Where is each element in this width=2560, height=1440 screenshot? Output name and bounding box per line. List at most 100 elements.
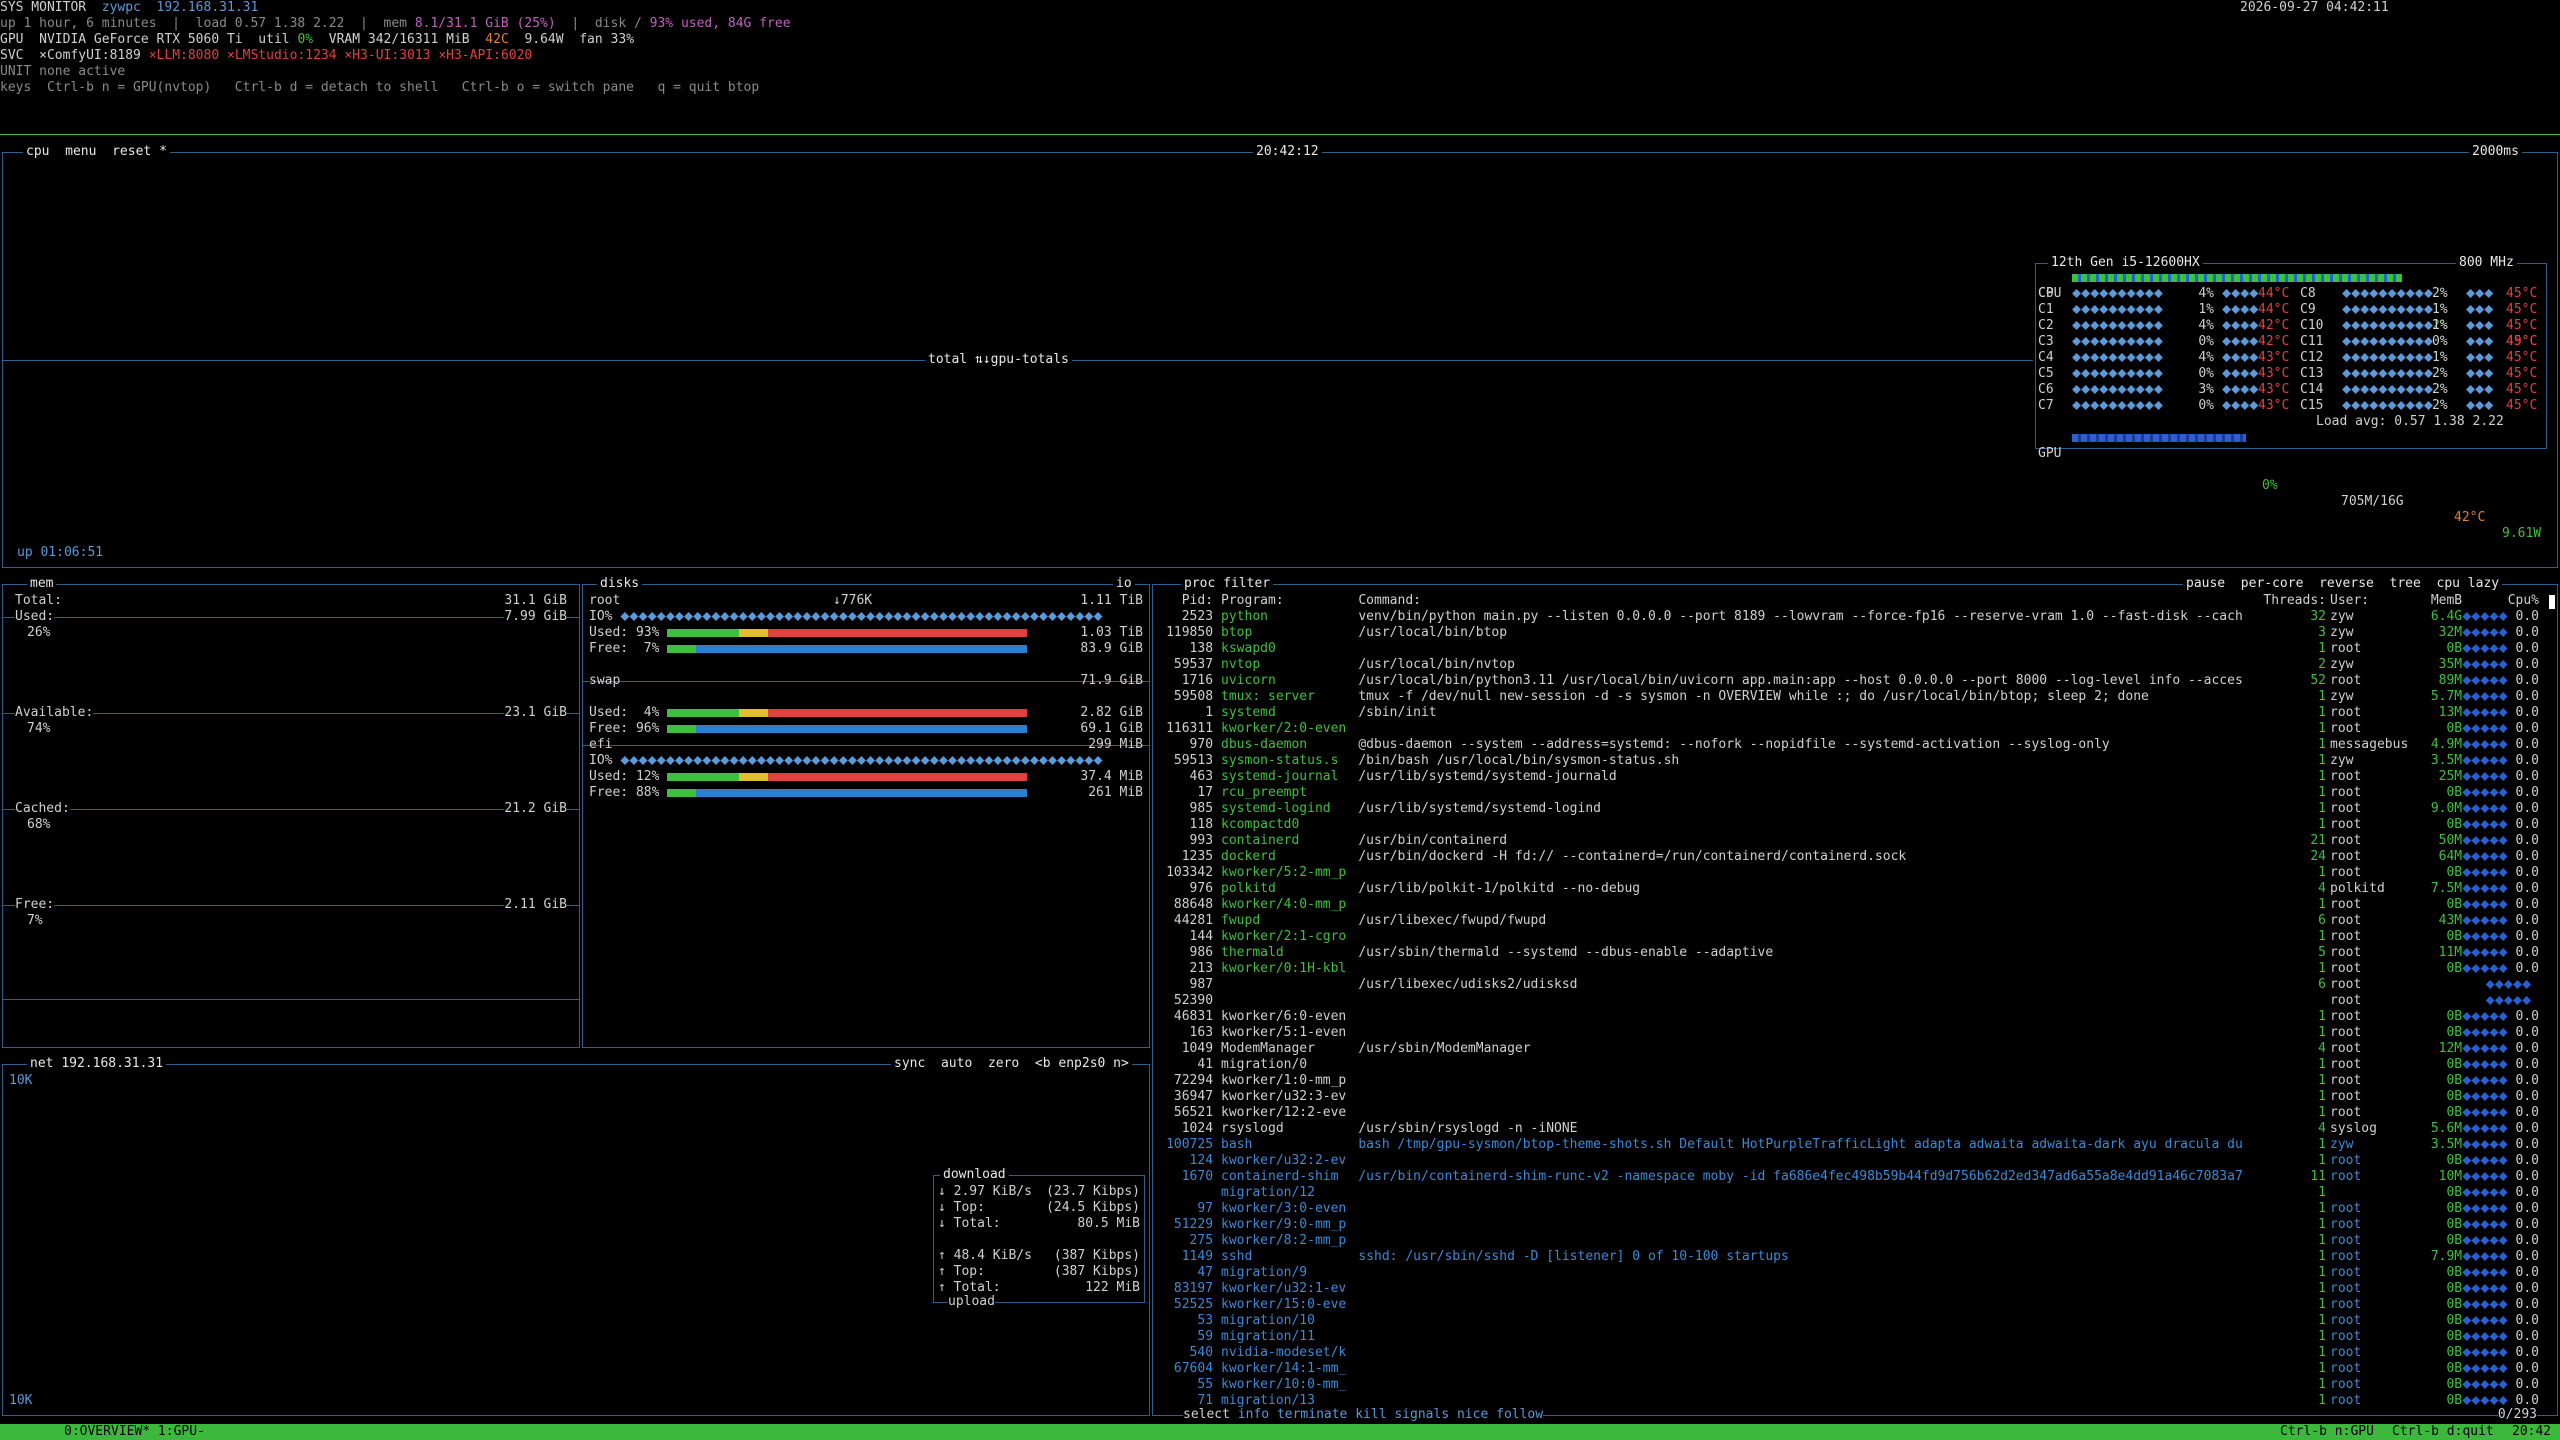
net-sync[interactable]: sync xyxy=(894,1056,925,1071)
gpu-name: NVIDIA GeForce RTX 5060 Ti xyxy=(39,32,243,47)
table-row[interactable]: 124 kworker/u32:2-ev 1 root 0B ⬥⬥⬥⬥⬥ 0.0 xyxy=(1157,1153,2553,1169)
table-row[interactable]: 1024 rsyslogd/usr/sbin/rsyslogd -n -iNONE… xyxy=(1157,1121,2553,1137)
cpu-core-row: C5 ⬥⬥⬥⬥⬥⬥⬥⬥⬥⬥ 0% ⬥⬥⬥⬥ 43°C C13 ⬥⬥⬥⬥⬥⬥⬥⬥⬥⬥ 2% ⬥⬥⬥… xyxy=(2038,366,2538,381)
select-label[interactable]: select xyxy=(1183,1407,1230,1422)
cpu-graph-label: total ⇅↓gpu-totals xyxy=(925,352,1072,368)
download-top: (24.5 Kibps) xyxy=(1046,1200,1140,1215)
disk-free-bar xyxy=(667,645,1027,653)
reset-button[interactable]: reset * xyxy=(112,144,167,159)
table-row[interactable]: 540 nvidia-modeset/k 1 root 0B ⬥⬥⬥⬥⬥ 0.0 xyxy=(1157,1345,2553,1361)
proc-filter[interactable]: filter xyxy=(1223,576,1270,591)
net-zero[interactable]: zero xyxy=(988,1056,1019,1071)
table-row[interactable]: 1149 sshd sshd: /usr/sbin/sshd -D [listene… xyxy=(1157,1249,2553,1265)
gpu-temp: 42C xyxy=(485,32,509,47)
table-row[interactable]: 138 kswapd0 1 root 0B ⬥⬥⬥⬥⬥ 0.0 xyxy=(1157,641,2553,657)
mem-used: 7.99 GiB xyxy=(504,609,567,625)
table-row[interactable]: 993 containerd/usr/bin/containerd 21 root 50… xyxy=(1157,833,2553,849)
table-row[interactable]: 1 systemd/sbin/init 1 root 13M ⬥⬥⬥⬥⬥ 0.0 xyxy=(1157,705,2553,721)
proc-title[interactable]: proc xyxy=(1184,576,1215,591)
table-row[interactable]: 17 rcu_preempt 1 root 0B ⬥⬥⬥⬥⬥ 0.0 xyxy=(1157,785,2553,801)
table-row[interactable]: 52525 kworker/15:0-eve 1 root 0B ⬥⬥⬥⬥⬥ 0.0 xyxy=(1157,1297,2553,1313)
download-label: download xyxy=(940,1167,1009,1183)
table-row[interactable]: 985 systemd-logind/usr/lib/systemd/system… xyxy=(1157,801,2553,817)
io-toggle[interactable]: io xyxy=(1113,576,1135,592)
table-row[interactable]: 72294 kworker/1:0-mm_p 1 root 0B ⬥⬥⬥⬥⬥ 0.0 xyxy=(1157,1073,2553,1089)
mem-total: 31.1 GiB xyxy=(504,593,567,608)
gpu-fan: fan 33% xyxy=(579,32,635,47)
table-row[interactable]: 2523 python venv/bin/python main.py --list… xyxy=(1157,609,2553,625)
mem-title[interactable]: mem xyxy=(27,576,57,592)
proc-panel: proc filter pause per-core reverse tree … xyxy=(1152,576,2558,1423)
table-row[interactable]: 59513 sysmon-status.s/bin/bash /usr/local… xyxy=(1157,753,2553,769)
table-row[interactable]: 986 thermald/usr/sbin/thermald --systemd … xyxy=(1157,945,2553,961)
table-row[interactable]: 144 kworker/2:1-cgro 1 root 0B ⬥⬥⬥⬥⬥ 0.0 xyxy=(1157,929,2553,945)
table-row[interactable]: 116311 kworker/2:0-even 1 root 0B ⬥⬥⬥⬥⬥ 0.0 xyxy=(1157,721,2553,737)
table-row[interactable]: 119850 btop/usr/local/bin/btop 3 zyw 32M ⬥⬥⬥⬥… xyxy=(1157,625,2553,641)
net-interface[interactable]: <b enp2s0 n> xyxy=(1035,1056,1129,1071)
table-row[interactable]: 55 kworker/10:0-mm_ 1 root 0B ⬥⬥⬥⬥⬥ 0.0 xyxy=(1157,1377,2553,1393)
cpu-freq: 800 MHz xyxy=(2456,255,2517,271)
cpu-core-row: C6 ⬥⬥⬥⬥⬥⬥⬥⬥⬥⬥ 3% ⬥⬥⬥⬥ 43°C C14 ⬥⬥⬥⬥⬥⬥⬥⬥⬥⬥ 2% ⬥⬥⬥… xyxy=(2038,382,2538,397)
cpu-core-box: 12th Gen i5-12600HX 800 MHz CPU 2% 49°C … xyxy=(2035,255,2547,541)
table-row[interactable]: 67604 kworker/14:1-mm_ 1 root 0B ⬥⬥⬥⬥⬥ 0.0 xyxy=(1157,1361,2553,1377)
table-row[interactable]: 97 kworker/3:0-even 1 root 0B ⬥⬥⬥⬥⬥ 0.0 xyxy=(1157,1201,2553,1217)
mem-summary: 8.1/31.1 GiB (25%) xyxy=(414,16,556,31)
disks-title[interactable]: disks xyxy=(597,576,643,592)
table-row[interactable]: 1670 containerd-shim/usr/bin/containerd-s… xyxy=(1157,1169,2553,1185)
disk-summary: 93% used, 84G free xyxy=(649,16,791,31)
table-row[interactable]: 44281 fwupd/usr/libexec/fwupd/fwupd 6 root 4… xyxy=(1157,913,2553,929)
table-row[interactable]: 83197 kworker/u32:1-ev 1 root 0B ⬥⬥⬥⬥⬥ 0.0 xyxy=(1157,1281,2553,1297)
table-row[interactable]: 53 migration/10 1 root 0B ⬥⬥⬥⬥⬥ 0.0 xyxy=(1157,1313,2553,1329)
net-auto[interactable]: auto xyxy=(941,1056,972,1071)
table-row[interactable]: 59 migration/11 1 root 0B ⬥⬥⬥⬥⬥ 0.0 xyxy=(1157,1329,2553,1345)
table-row[interactable]: 59508 tmux: server tmux -f /dev/null new-s… xyxy=(1157,689,2553,705)
tab-cpu[interactable]: cpu xyxy=(26,144,49,159)
table-row[interactable]: 275 kworker/8:2-mm_p 1 root 0B ⬥⬥⬥⬥⬥ 0.0 xyxy=(1157,1233,2553,1249)
table-row[interactable]: 46831 kworker/6:0-even 1 root 0B ⬥⬥⬥⬥⬥ 0.0 xyxy=(1157,1009,2553,1025)
table-row[interactable]: 36947 kworker/u32:3-ev 1 root 0B ⬥⬥⬥⬥⬥ 0.0 xyxy=(1157,1089,2553,1105)
cpu-core-row: C0 ⬥⬥⬥⬥⬥⬥⬥⬥⬥⬥ 4% ⬥⬥⬥⬥ 44°C C8 ⬥⬥⬥⬥⬥⬥⬥⬥⬥⬥ 2% ⬥⬥⬥ 4… xyxy=(2038,286,2538,301)
mem-panel: mem Total: 31.1 GiB Used: 7.99 GiB 26% A… xyxy=(2,576,580,1048)
disk-io-speed: ↓776K xyxy=(833,593,873,608)
hostname: zywpc xyxy=(101,0,141,15)
table-row[interactable]: 970 dbus-daemon @dbus-daemon --system --ad… xyxy=(1157,737,2553,753)
table-row[interactable]: 47 migration/9 1 root 0B ⬥⬥⬥⬥⬥ 0.0 xyxy=(1157,1265,2553,1281)
table-row[interactable]: 976 polkitd/usr/lib/polkit-1/polkitd --no… xyxy=(1157,881,2553,897)
header-gpu-line: GPU NVIDIA GeForce RTX 5060 Ti util 0% V… xyxy=(0,32,635,47)
table-row[interactable]: 463 systemd-journal/usr/lib/systemd/syste… xyxy=(1157,769,2553,785)
cpu-core-row: C7 ⬥⬥⬥⬥⬥⬥⬥⬥⬥⬥ 0% ⬥⬥⬥⬥ 43°C C15 ⬥⬥⬥⬥⬥⬥⬥⬥⬥⬥ 2% ⬥⬥⬥… xyxy=(2038,398,2538,413)
cpu-total-row: CPU 2% 49°C xyxy=(2036,270,2546,349)
net-title[interactable]: net xyxy=(30,1056,53,1071)
cpu-core-row: C2 ⬥⬥⬥⬥⬥⬥⬥⬥⬥⬥ 4% ⬥⬥⬥⬥ 42°C C10 ⬥⬥⬥⬥⬥⬥⬥⬥⬥⬥ 1% ⬥⬥⬥… xyxy=(2038,318,2538,333)
cpu-uptime: up 01:06:51 xyxy=(17,545,104,560)
table-row[interactable]: 59537 nvtop/usr/local/bin/nvtop 2 zyw 35M ⬥⬥⬥… xyxy=(1157,657,2553,673)
table-row[interactable]: 52390 root ⬥⬥⬥⬥⬥ xyxy=(1157,993,2553,1009)
update-interval[interactable]: 2000ms xyxy=(2469,144,2522,160)
table-row[interactable]: 1049 ModemManager/usr/sbin/ModemManager 4 r… xyxy=(1157,1041,2553,1057)
tab-menu[interactable]: menu xyxy=(65,144,96,159)
scrollbar-thumb[interactable] xyxy=(2549,595,2555,609)
mem-cached: 21.2 GiB xyxy=(504,801,567,817)
download-rate: 2.97 KiB/s xyxy=(953,1184,1032,1199)
table-row[interactable]: 118 kcompactd0 1 root 0B ⬥⬥⬥⬥⬥ 0.0 xyxy=(1157,817,2553,833)
table-row[interactable]: 213 kworker/0:1H-kbl 1 root 0B ⬥⬥⬥⬥⬥ 0.0 xyxy=(1157,961,2553,977)
table-row[interactable]: 1235 dockerd/usr/bin/dockerd -H fd:// --c… xyxy=(1157,849,2553,865)
disks-panel: disks io ↓776K root 1.11 TiB IO% ⬥⬥⬥⬥⬥⬥⬥⬥⬥… xyxy=(582,576,1150,1048)
table-row[interactable]: 103342 kworker/5:2-mm_p 1 root 0B ⬥⬥⬥⬥⬥ 0.0 xyxy=(1157,865,2553,881)
table-row[interactable]: 51229 kworker/9:0-mm_p 1 root 0B ⬥⬥⬥⬥⬥ 0.0 xyxy=(1157,1217,2553,1233)
table-row[interactable]: 88648 kworker/4:0-mm_p 1 root 0B ⬥⬥⬥⬥⬥ 0.0 xyxy=(1157,897,2553,913)
disk-size: 1.11 TiB xyxy=(1080,593,1143,608)
table-row[interactable]: 56521 kworker/12:2-eve 1 root 0B ⬥⬥⬥⬥⬥ 0.0 xyxy=(1157,1105,2553,1121)
table-row[interactable]: 987/usr/libexec/udisks2/udisksd 6 root ⬥⬥⬥⬥… xyxy=(1157,977,2553,993)
gpu-power: 9.64W xyxy=(524,32,564,47)
proc-options: pause per-core reverse tree cpu lazy xyxy=(2183,576,2503,592)
table-row[interactable]: 100725 bash bash /tmp/gpu-sysmon/btop-them… xyxy=(1157,1137,2553,1153)
tmux-windows[interactable]: 0:OVERVIEW* 1:GPU- xyxy=(64,1424,205,1440)
table-row[interactable]: 163 kworker/5:1-even 1 root 0B ⬥⬥⬥⬥⬥ 0.0 xyxy=(1157,1025,2553,1041)
download-total: 80.5 MiB xyxy=(1077,1216,1140,1231)
table-row[interactable]: 1716 uvicorn/usr/local/bin/python3.11 /us… xyxy=(1157,673,2553,689)
net-panel: net 192.168.31.31 sync auto zero <b enp2… xyxy=(2,1056,1150,1416)
proc-footer: select info terminate kill signals nice … xyxy=(1183,1407,1544,1423)
table-row[interactable]: 41 migration/0 1 root 0B ⬥⬥⬥⬥⬥ 0.0 xyxy=(1157,1057,2553,1073)
table-row[interactable]: migration/12 1 0B ⬥⬥⬥⬥⬥ 0.0 xyxy=(1157,1185,2553,1201)
